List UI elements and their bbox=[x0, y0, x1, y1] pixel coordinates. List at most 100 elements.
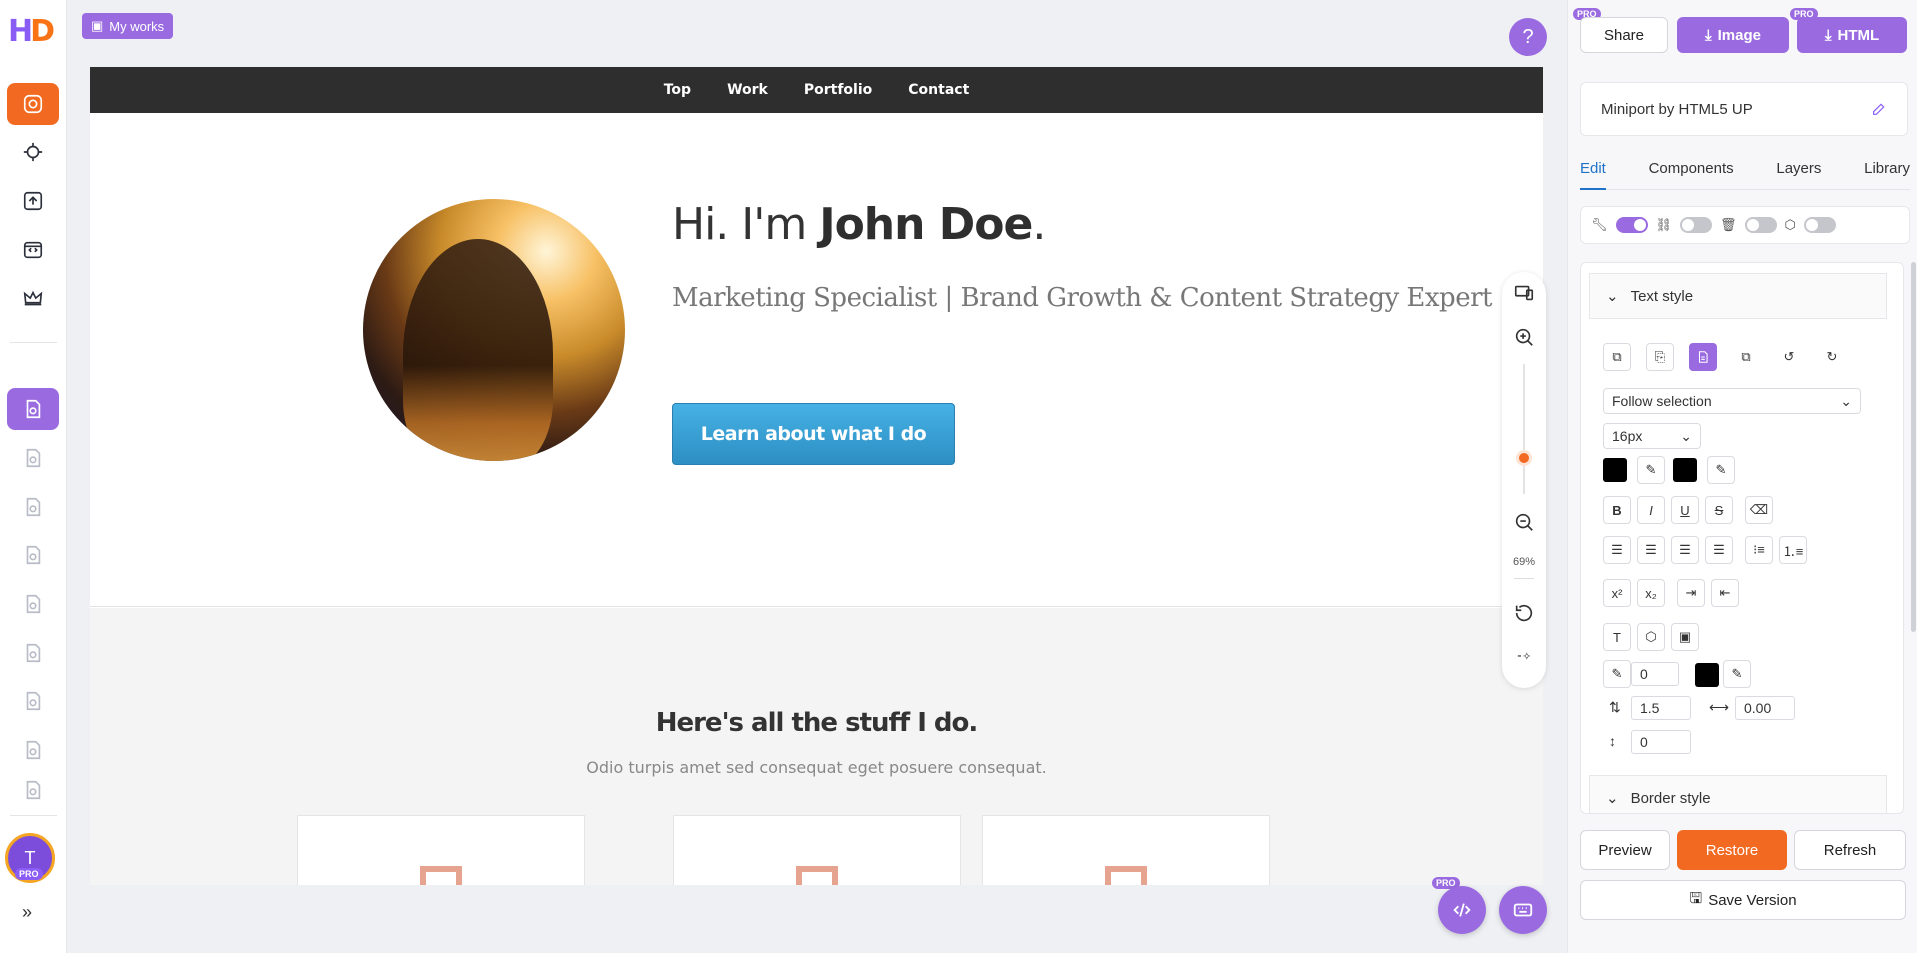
page-item[interactable] bbox=[7, 680, 59, 722]
superscript-button[interactable]: x² bbox=[1603, 579, 1631, 607]
code-view-button[interactable] bbox=[1438, 886, 1486, 934]
zoom-slider-handle[interactable] bbox=[1516, 450, 1532, 466]
upload-button[interactable] bbox=[7, 180, 59, 222]
page-item-active[interactable] bbox=[7, 388, 59, 430]
page-item[interactable] bbox=[7, 437, 59, 479]
insert-image-button[interactable]: ▣ bbox=[1671, 623, 1699, 651]
component-mode-toggle[interactable] bbox=[1803, 217, 1836, 233]
align-right-button[interactable]: ☰ bbox=[1671, 536, 1699, 564]
edit-mode-toggle[interactable] bbox=[1615, 217, 1648, 233]
page-item[interactable] bbox=[7, 583, 59, 625]
tab-library[interactable]: Library bbox=[1864, 154, 1910, 190]
hero-subtitle[interactable]: Marketing Specialist | Brand Growth & Co… bbox=[672, 283, 1492, 313]
numbered-list-button[interactable]: ⒈≡ bbox=[1779, 536, 1807, 564]
bold-button[interactable]: B bbox=[1603, 496, 1631, 524]
panel-scrollbar[interactable] bbox=[1911, 262, 1916, 632]
magic-select-button[interactable]: ⁃✧ bbox=[1513, 650, 1535, 672]
code-file-button[interactable] bbox=[7, 229, 59, 271]
profile-photo[interactable] bbox=[363, 199, 625, 461]
text-style-header[interactable]: ⌄ Text style bbox=[1589, 273, 1887, 319]
text-color-picker[interactable]: ✎ bbox=[1637, 456, 1665, 484]
bullet-list-button[interactable]: ⁝≡ bbox=[1745, 536, 1773, 564]
strikethrough-button[interactable]: S bbox=[1705, 496, 1733, 524]
clone-style-button[interactable]: ⧉ bbox=[1732, 343, 1760, 371]
edit-icon[interactable] bbox=[1871, 101, 1887, 117]
letter-spacing-input[interactable]: 0.00 bbox=[1735, 696, 1795, 720]
paste-style-button[interactable]: ⎘ bbox=[1646, 343, 1674, 371]
redo-button[interactable]: ↻ bbox=[1818, 343, 1846, 371]
border-style-header[interactable]: ⌄ Border style bbox=[1589, 775, 1887, 813]
insert-text-button[interactable]: T bbox=[1603, 623, 1631, 651]
device-toggle-button[interactable] bbox=[1513, 282, 1535, 304]
font-family-select[interactable]: Follow selection ⌄ bbox=[1603, 388, 1861, 414]
copy-style-button[interactable]: ⧉ bbox=[1603, 343, 1631, 371]
nav-link-portfolio[interactable]: Portfolio bbox=[804, 82, 872, 98]
clear-format-button[interactable]: ⌫ bbox=[1745, 496, 1773, 524]
stroke-color-picker[interactable]: ✎ bbox=[1723, 660, 1751, 688]
delete-mode-toggle[interactable] bbox=[1744, 217, 1777, 233]
page-item[interactable] bbox=[7, 632, 59, 674]
link-mode-toggle[interactable] bbox=[1680, 217, 1713, 233]
font-size-select[interactable]: 16px ⌄ bbox=[1603, 423, 1701, 449]
tab-edit[interactable]: Edit bbox=[1580, 154, 1606, 190]
service-card[interactable] bbox=[982, 815, 1270, 885]
my-works-button[interactable]: ▣ My works bbox=[82, 13, 174, 39]
document-style-button[interactable] bbox=[1689, 343, 1717, 371]
zoom-toolbar: 69% ⁃✧ bbox=[1502, 272, 1546, 688]
keyboard-button[interactable] bbox=[1499, 886, 1547, 934]
page-item[interactable] bbox=[7, 729, 59, 771]
target-button[interactable] bbox=[7, 131, 59, 173]
italic-button[interactable]: I bbox=[1637, 496, 1665, 524]
cta-button[interactable]: Learn about what I do bbox=[672, 403, 955, 465]
page-item[interactable] bbox=[7, 534, 59, 576]
tab-layers[interactable]: Layers bbox=[1776, 154, 1821, 190]
refresh-button[interactable]: Refresh bbox=[1794, 830, 1906, 870]
indent-button[interactable]: ⇥ bbox=[1677, 579, 1705, 607]
save-version-button[interactable]: 🖫︎ Save Version bbox=[1580, 880, 1906, 920]
zoom-in-button[interactable] bbox=[1513, 326, 1535, 348]
text-color-swatch[interactable] bbox=[1603, 458, 1627, 482]
screenshot-button[interactable] bbox=[7, 83, 59, 125]
nav-link-contact[interactable]: Contact bbox=[908, 82, 969, 98]
zoom-slider-track[interactable] bbox=[1523, 364, 1525, 494]
line-height-input[interactable]: 1.5 bbox=[1631, 696, 1691, 720]
undo-button[interactable]: ↺ bbox=[1775, 343, 1803, 371]
services-section[interactable]: Here's all the stuff I do. Odio turpis a… bbox=[90, 608, 1543, 885]
underline-button[interactable]: U bbox=[1671, 496, 1699, 524]
preview-button[interactable]: Preview bbox=[1580, 830, 1670, 870]
hero-title[interactable]: Hi. I'm John Doe. bbox=[672, 199, 1046, 250]
paragraph-spacing-input[interactable]: 0 bbox=[1631, 730, 1691, 754]
premium-button[interactable] bbox=[7, 278, 59, 320]
align-center-button[interactable]: ☰ bbox=[1637, 536, 1665, 564]
nav-link-work[interactable]: Work bbox=[727, 82, 768, 98]
nav-link-top[interactable]: Top bbox=[664, 82, 691, 98]
page-icon bbox=[26, 643, 41, 663]
export-html-button[interactable]: ⤓ HTML bbox=[1797, 17, 1907, 53]
hero-section[interactable]: Hi. I'm John Doe. Marketing Specialist |… bbox=[90, 113, 1543, 607]
export-image-button[interactable]: ⤓ Image bbox=[1677, 17, 1789, 53]
stroke-color-swatch[interactable] bbox=[1695, 663, 1719, 687]
page-item[interactable] bbox=[7, 486, 59, 528]
restore-button[interactable]: Restore bbox=[1677, 830, 1787, 870]
zoom-out-button[interactable] bbox=[1513, 511, 1535, 533]
section-text[interactable]: Odio turpis amet sed consequat eget posu… bbox=[90, 758, 1543, 777]
chevron-down-icon: ⌄ bbox=[1840, 392, 1852, 409]
insert-component-button[interactable]: ⬡ bbox=[1637, 623, 1665, 651]
reset-zoom-button[interactable] bbox=[1513, 602, 1535, 624]
stroke-width-input[interactable]: 0 bbox=[1631, 662, 1679, 686]
page-item[interactable] bbox=[7, 776, 59, 804]
background-color-picker[interactable]: ✎ bbox=[1707, 456, 1735, 484]
justify-button[interactable]: ☰ bbox=[1705, 536, 1733, 564]
service-card[interactable] bbox=[297, 815, 585, 885]
service-card[interactable] bbox=[673, 815, 961, 885]
share-button[interactable]: Share bbox=[1580, 17, 1668, 53]
subscript-button[interactable]: x₂ bbox=[1637, 579, 1665, 607]
app-logo[interactable]: HD bbox=[8, 14, 60, 50]
outdent-button[interactable]: ⇤ bbox=[1711, 579, 1739, 607]
background-color-swatch[interactable] bbox=[1673, 458, 1697, 482]
align-left-button[interactable]: ☰ bbox=[1603, 536, 1631, 564]
expand-sidebar-icon[interactable]: » bbox=[22, 902, 32, 923]
help-button[interactable]: ? bbox=[1509, 18, 1547, 56]
section-title[interactable]: Here's all the stuff I do. bbox=[90, 708, 1543, 738]
tab-components[interactable]: Components bbox=[1649, 154, 1734, 190]
